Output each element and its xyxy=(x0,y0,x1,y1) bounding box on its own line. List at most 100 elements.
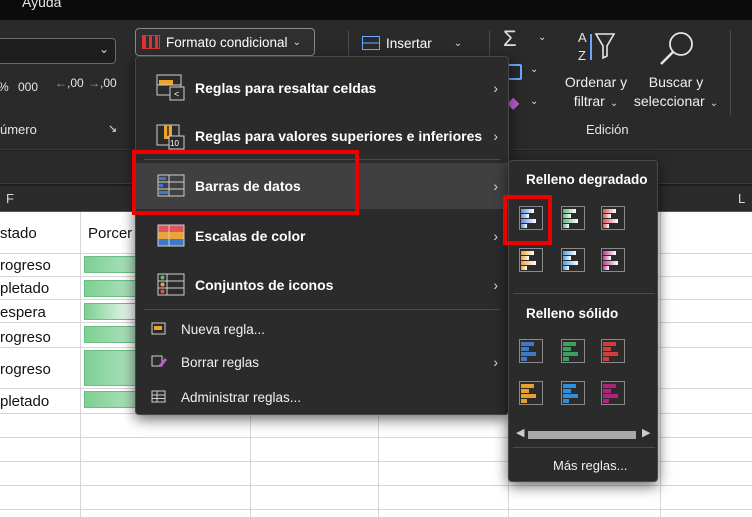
menu-item-highlight-rules[interactable]: < Reglas para resaltar celdas › xyxy=(136,65,508,111)
find-select-button[interactable]: Buscar y seleccionar ⌄ xyxy=(632,73,720,113)
chevron-down-icon[interactable]: ⌄ xyxy=(538,32,546,43)
sort-filter-label-line2: filtrar xyxy=(573,93,605,109)
chevron-down-icon: ⌄ xyxy=(709,98,719,109)
gradient-data-bar-swatch[interactable] xyxy=(517,246,545,274)
insert-icon xyxy=(362,36,380,50)
number-format-combo[interactable]: ⌄ xyxy=(0,38,116,64)
solid-data-bar-swatch[interactable] xyxy=(599,379,627,407)
svg-text:10: 10 xyxy=(170,139,179,148)
gradient-data-bar-swatch[interactable] xyxy=(599,204,627,232)
highlight-cells-icon: < xyxy=(156,74,185,101)
menu-item-icon-sets[interactable]: Conjuntos de iconos › xyxy=(136,262,508,308)
data-bar xyxy=(84,303,140,320)
menu-item-label: Reglas para valores superiores e inferio… xyxy=(195,128,483,144)
conditional-format-menu: < Reglas para resaltar celdas › 10 Regla… xyxy=(135,56,509,415)
gradient-fill-heading: Relleno degradado xyxy=(526,172,648,187)
chevron-down-icon[interactable]: ⌄ xyxy=(530,96,538,107)
sort-filter-label-line1: Ordenar y xyxy=(564,74,628,90)
cell-status[interactable]: pletado xyxy=(0,393,49,410)
sort-filter-button[interactable]: Ordenar y filtrar ⌄ xyxy=(560,73,632,113)
menu-item-clear-rules[interactable]: Borrar reglas › xyxy=(136,347,508,377)
percent-icon[interactable]: % xyxy=(0,80,9,94)
top-bottom-rules-icon: 10 xyxy=(156,124,185,150)
svg-text:<: < xyxy=(174,89,179,99)
menu-item-new-rule[interactable]: Nueva regla... xyxy=(136,314,508,344)
cell-status[interactable]: espera xyxy=(0,304,46,321)
menu-item-color-scales[interactable]: Escalas de color › xyxy=(136,213,508,259)
decrease-decimals-icon[interactable]: →,00 xyxy=(88,76,117,90)
autosum-icon[interactable]: Σ xyxy=(503,26,517,52)
menu-bar: Ayuda xyxy=(0,0,752,20)
cell-status[interactable]: rogreso xyxy=(0,257,51,274)
chevron-down-icon: ⌄ xyxy=(292,36,301,48)
insert-label: Insertar xyxy=(386,35,432,51)
column-header-f[interactable]: F xyxy=(6,191,14,206)
scroll-left-icon[interactable]: ◀ xyxy=(516,426,524,439)
ribbon-divider xyxy=(730,30,731,115)
solid-data-bar-swatch[interactable] xyxy=(517,337,545,365)
svg-text:A: A xyxy=(578,30,587,45)
chevron-right-icon: › xyxy=(493,277,498,293)
gradient-data-bar-swatch[interactable] xyxy=(559,204,587,232)
menu-item-label: Escalas de color xyxy=(195,228,306,244)
eraser-icon xyxy=(151,355,167,367)
solid-data-bar-swatch[interactable] xyxy=(517,379,545,407)
highlight-box-swatch xyxy=(503,195,552,245)
menu-separator xyxy=(144,309,500,310)
conditional-format-button[interactable]: Formato condicional ⌄ xyxy=(135,28,315,56)
menu-separator xyxy=(513,293,655,294)
cell-status-header[interactable]: stado xyxy=(0,225,37,242)
solid-data-bar-swatch[interactable] xyxy=(559,379,587,407)
thousands-icon[interactable]: 000 xyxy=(18,80,38,94)
gradient-data-bar-swatch[interactable] xyxy=(599,246,627,274)
chevron-right-icon: › xyxy=(493,128,498,144)
cell-status[interactable]: rogreso xyxy=(0,361,51,378)
chevron-down-icon: ⌄ xyxy=(453,37,463,49)
increase-decimals-icon[interactable]: ←,00 xyxy=(55,76,84,90)
scroll-right-icon[interactable]: ▶ xyxy=(642,426,650,439)
grid-line xyxy=(0,485,752,486)
chevron-right-icon: › xyxy=(493,80,498,96)
cell-percent-header[interactable]: Porcer xyxy=(88,225,132,242)
menu-item-label: Administrar reglas... xyxy=(181,389,302,405)
grid-line xyxy=(0,509,752,510)
chevron-down-icon[interactable]: ⌄ xyxy=(530,64,538,75)
find-select-label-line1: Buscar y xyxy=(648,74,704,90)
color-scales-icon xyxy=(157,224,185,247)
dialog-launcher-icon[interactable]: ↘ xyxy=(108,122,117,135)
chevron-right-icon: › xyxy=(493,354,498,370)
cell-status[interactable]: pletado xyxy=(0,280,49,297)
gradient-data-bar-swatch[interactable] xyxy=(559,246,587,274)
horizontal-scrollbar[interactable]: ◀ ▶ xyxy=(514,426,654,440)
chevron-down-icon: ⌄ xyxy=(609,98,619,109)
manage-rules-icon xyxy=(151,390,166,403)
cell-status[interactable]: rogreso xyxy=(0,329,51,346)
grid-line xyxy=(80,212,81,517)
chevron-right-icon: › xyxy=(493,178,498,194)
menu-help[interactable]: Ayuda xyxy=(22,0,61,10)
menu-item-manage-rules[interactable]: Administrar reglas... xyxy=(136,382,508,412)
grid-line xyxy=(660,212,661,517)
number-group-label: úmero xyxy=(0,122,37,137)
insert-button[interactable]: Insertar ⌄ xyxy=(362,32,472,54)
solid-data-bar-swatch[interactable] xyxy=(559,337,587,365)
solid-data-bar-swatch[interactable] xyxy=(599,337,627,365)
conditional-format-label: Formato condicional xyxy=(166,34,288,50)
chevron-right-icon: › xyxy=(493,228,498,244)
menu-item-label: Nueva regla... xyxy=(181,321,266,337)
find-select-label-line2: seleccionar xyxy=(633,93,705,109)
menu-item-label: Borrar reglas xyxy=(181,354,260,370)
highlight-box-data-bars xyxy=(132,150,359,215)
menu-separator xyxy=(513,447,655,448)
menu-item-label: Conjuntos de iconos xyxy=(195,277,334,293)
sort-filter-icon: A Z xyxy=(578,30,616,63)
scrollbar-thumb[interactable] xyxy=(528,431,636,439)
more-rules-link[interactable]: Más reglas... xyxy=(553,458,627,473)
magnifier-icon xyxy=(660,32,693,65)
new-rule-icon xyxy=(151,322,166,335)
conditional-format-icon xyxy=(142,35,160,49)
menu-item-label: Reglas para resaltar celdas xyxy=(195,80,377,96)
column-header-l[interactable]: L xyxy=(738,191,745,206)
chevron-down-icon: ⌄ xyxy=(98,42,109,56)
svg-text:Z: Z xyxy=(578,48,586,63)
